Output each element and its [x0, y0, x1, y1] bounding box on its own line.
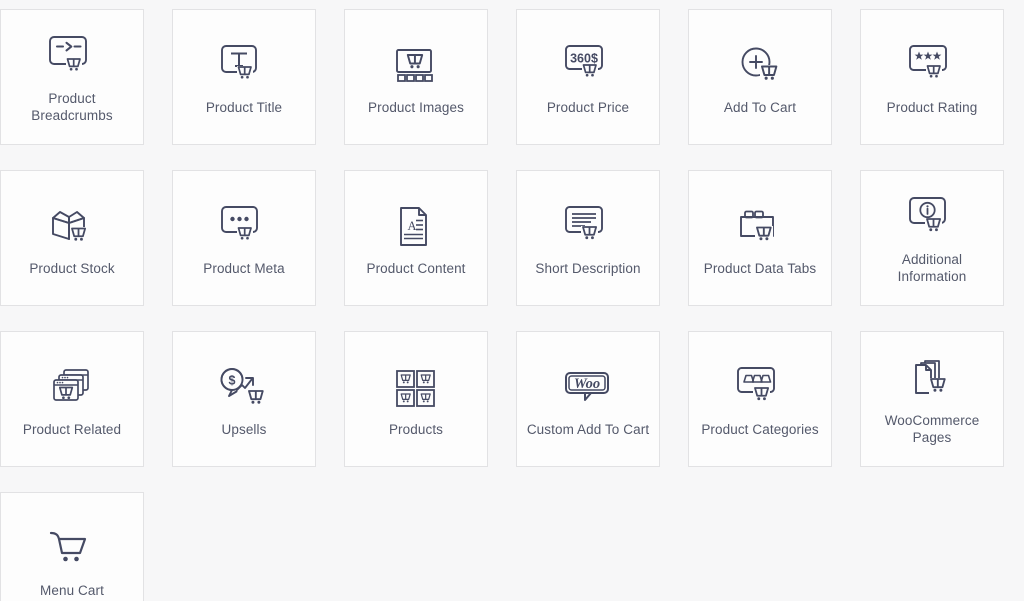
cart-badge-icon	[420, 373, 431, 383]
svg-text:360$: 360$	[570, 51, 598, 65]
widget-card[interactable]: Product Data Tabs	[688, 170, 832, 306]
widget-label: Add To Cart	[723, 99, 797, 115]
widget-card[interactable]: 360$ Product Price	[516, 9, 660, 145]
svg-text:A: A	[408, 219, 417, 233]
widget-label: Short Description	[535, 260, 641, 276]
document-a-icon: A	[393, 200, 439, 256]
stars-cart-icon	[909, 39, 955, 95]
widget-card[interactable]: Product Meta	[172, 170, 316, 306]
widget-card[interactable]: Product Stock	[0, 170, 144, 306]
widget-label: Menu Cart	[40, 582, 104, 598]
price-360-dollar-cart-icon: 360$	[565, 39, 611, 95]
shopping-cart-icon	[46, 522, 98, 578]
widget-label: Custom Add To Cart	[526, 421, 650, 437]
woo-bubble-icon: Woo	[563, 361, 613, 417]
widget-card[interactable]: Product Categories	[688, 331, 832, 467]
lines-bubble-cart-icon	[565, 200, 611, 256]
folder-tabs-cart-icon	[737, 200, 783, 256]
widget-card[interactable]: Additional Information	[860, 170, 1004, 306]
widget-card[interactable]: Product Related	[0, 331, 144, 467]
widget-card[interactable]: A Product Content	[344, 170, 488, 306]
open-box-cart-icon	[48, 200, 96, 256]
widget-label: Product Data Tabs	[703, 260, 817, 276]
widget-label: Product Breadcrumbs	[31, 91, 113, 123]
cart-badge-icon	[406, 53, 424, 68]
widget-label: Product Price	[546, 99, 630, 115]
breadcrumbs-cart-icon	[49, 30, 95, 86]
widget-card[interactable]: Product Title	[172, 9, 316, 145]
widget-card[interactable]: $ Upsells	[172, 331, 316, 467]
widget-card[interactable]: Add To Cart	[688, 9, 832, 145]
widget-card[interactable]: Short Description	[516, 170, 660, 306]
widget-grid: Product Breadcrumbs Product Title Produc…	[0, 0, 1024, 601]
info-bubble-cart-icon	[909, 191, 955, 247]
widget-label: Additional Information	[897, 252, 967, 284]
gallery-cart-icon	[393, 39, 439, 95]
dollar-arrow-cart-icon: $	[220, 361, 268, 417]
widget-card[interactable]: Products	[344, 331, 488, 467]
stacked-cards-cart-icon	[48, 361, 96, 417]
svg-text:Woo: Woo	[574, 376, 600, 392]
cart-badge-icon	[420, 392, 431, 402]
widget-card[interactable]: Menu Cart	[0, 492, 144, 601]
widget-label: Upsells	[221, 421, 267, 437]
widget-card[interactable]: Product Breadcrumbs	[0, 9, 144, 145]
widget-label: Product Stock	[29, 260, 115, 276]
widget-card[interactable]: Product Images	[344, 9, 488, 145]
widget-label: Product Images	[368, 99, 464, 115]
widget-label: Product Rating	[886, 99, 978, 115]
widget-card[interactable]: Woo Custom Add To Cart	[516, 331, 660, 467]
widget-label: Product Title	[205, 99, 283, 115]
text-t-cart-icon	[221, 39, 267, 95]
widget-card[interactable]: WooCommerce Pages	[860, 331, 1004, 467]
widget-label: WooCommerce Pages	[884, 413, 980, 445]
categories-bubble-cart-icon	[737, 361, 783, 417]
dots-bubble-cart-icon	[221, 200, 267, 256]
widget-label: Product Content	[366, 260, 466, 276]
cart-badge-icon	[400, 373, 411, 383]
svg-text:$: $	[229, 373, 236, 387]
grid-four-carts-icon	[393, 361, 439, 417]
widget-label: Products	[388, 421, 444, 437]
widget-label: Product Related	[22, 421, 122, 437]
widget-label: Product Categories	[701, 421, 819, 437]
widget-card[interactable]: Product Rating	[860, 9, 1004, 145]
pages-stack-cart-icon	[908, 352, 956, 408]
plus-circle-cart-icon	[737, 39, 783, 95]
widget-label: Product Meta	[203, 260, 285, 276]
cart-badge-icon	[400, 392, 411, 402]
